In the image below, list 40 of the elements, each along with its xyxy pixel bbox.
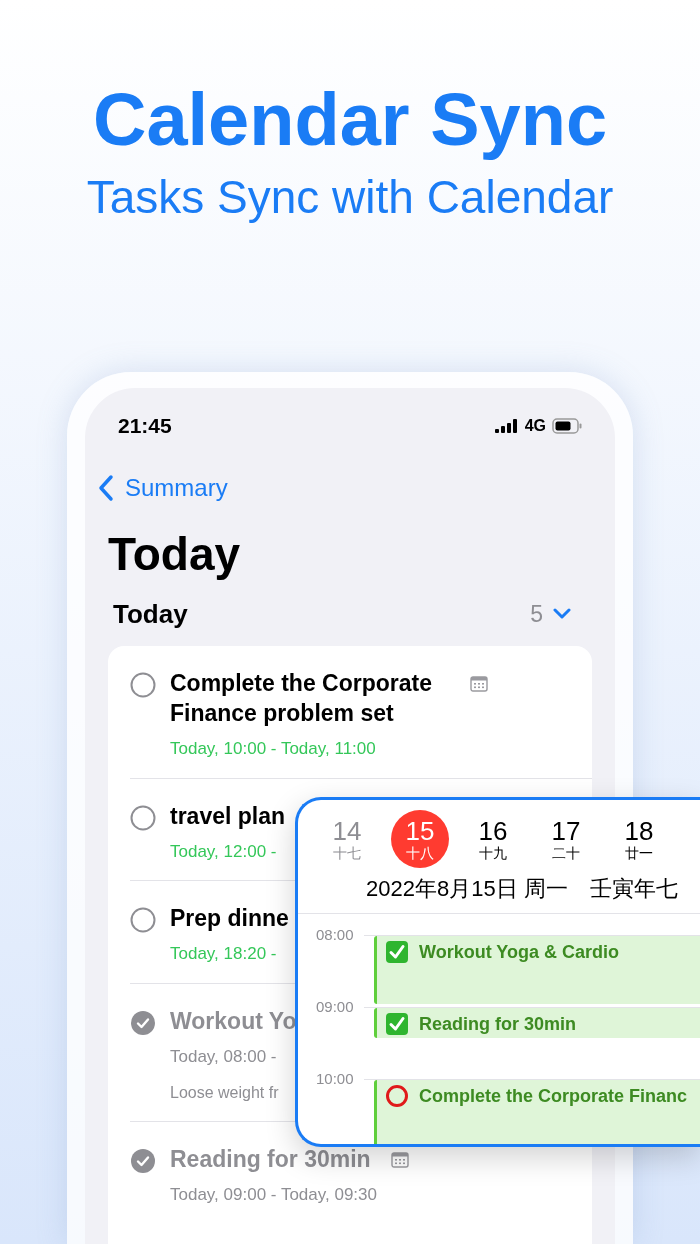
task-title: Prep dinne (170, 904, 289, 933)
back-chevron-icon (97, 474, 115, 502)
day-button[interactable]: 15 十八 (391, 810, 449, 868)
task-note: Loose weight fr (170, 1083, 280, 1103)
headline: Calendar Sync (92, 80, 608, 160)
calendar-event[interactable]: Workout Yoga & Cardio (374, 936, 700, 1004)
checkbox[interactable] (130, 804, 156, 831)
checked-checkbox[interactable] (130, 1148, 156, 1174)
calendar-event[interactable]: Reading for 30min (374, 1008, 700, 1038)
subtitle: Tasks Sync with Calendar (86, 170, 614, 224)
network-label: 4G (524, 416, 546, 436)
task-time: Today, 08:00 - (170, 1045, 278, 1068)
task-title: Complete the Corporate Finance problem set (170, 669, 433, 728)
hour-label: 09:00 (315, 998, 355, 1016)
section-toggle[interactable]: 5 (530, 596, 571, 632)
task-time: Today, 18:20 - (170, 943, 278, 965)
checkbox[interactable] (130, 672, 156, 698)
signal-icon (494, 419, 519, 433)
checked-checkbox[interactable] (130, 1009, 156, 1036)
checkbox[interactable] (130, 907, 156, 933)
hour-label: 10:00 (315, 1070, 355, 1088)
task-title: Workout Yo (170, 1006, 297, 1036)
day-button[interactable]: 16 十九 (464, 810, 522, 868)
back-button[interactable]: Summary (97, 470, 228, 506)
hour-label: 08:00 (315, 926, 355, 944)
task-time: Today, 10:00 - Today, 11:00 (170, 738, 377, 760)
date-label: 2022年8月15日 周一 (366, 875, 568, 903)
task-title: travel plan (170, 801, 286, 831)
page-title: Today (108, 527, 242, 582)
status-time: 21:45 (118, 413, 172, 440)
task-title: Reading for 30min (170, 1145, 371, 1174)
day-button[interactable]: 18 廿一 (610, 810, 668, 868)
lunar-date-label: 壬寅年七 (589, 875, 678, 903)
day-button[interactable]: 14 十七 (318, 810, 376, 868)
task-time: Today, 09:00 - Today, 09:30 (170, 1184, 378, 1206)
task-time: Today, 12:00 - (170, 840, 278, 863)
section-title: Today (113, 597, 188, 631)
battery-icon (552, 418, 582, 434)
day-button[interactable]: 17 二十 (537, 810, 595, 868)
calendar-event[interactable]: Complete the Corporate Financ (374, 1080, 700, 1144)
